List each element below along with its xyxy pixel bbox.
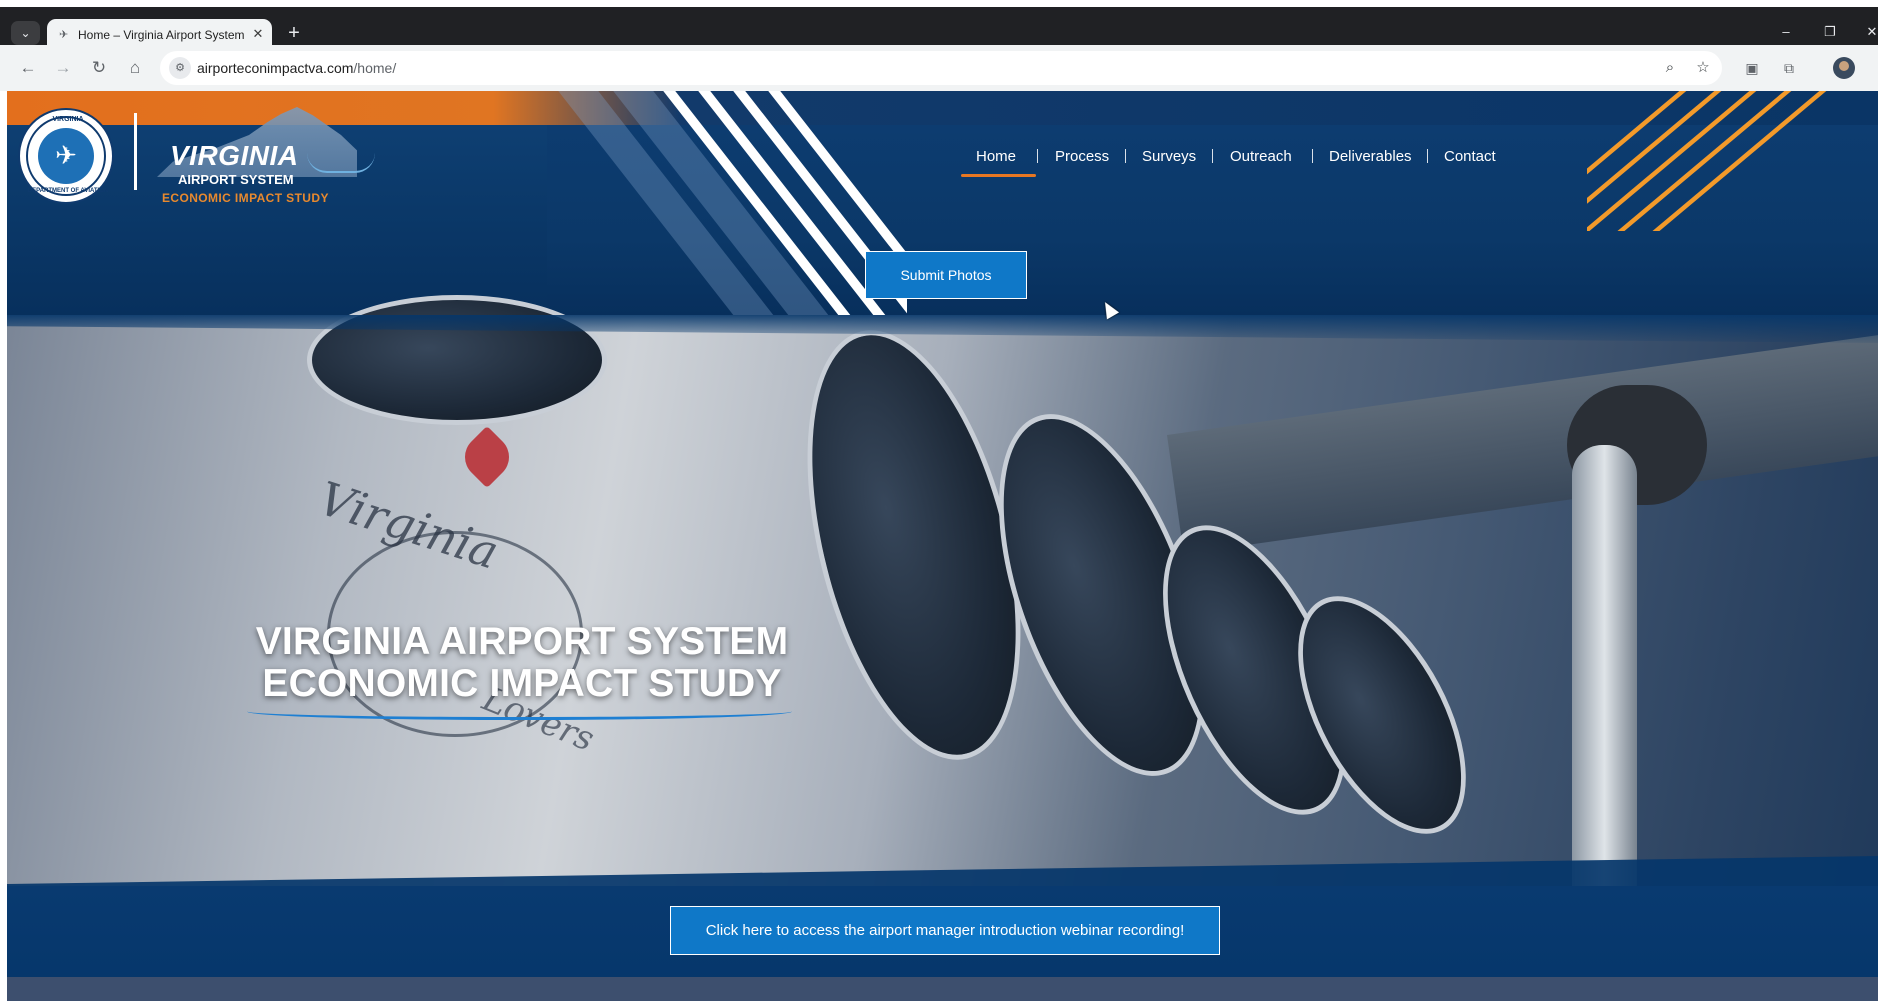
new-tab-button[interactable]: + bbox=[283, 22, 305, 44]
url-domain: airporteconimpactva.com bbox=[197, 60, 354, 76]
avatar-face bbox=[1839, 61, 1849, 71]
nav-label-home: Home bbox=[976, 148, 1017, 165]
reload-icon[interactable]: ↻ bbox=[87, 57, 111, 79]
header-stripes-right bbox=[1587, 91, 1878, 231]
site-info-icon[interactable]: ⚙ bbox=[169, 57, 191, 79]
brand-subtitle: AIRPORT SYSTEM bbox=[178, 172, 294, 187]
address-bar[interactable]: ⚙ airporteconimpactva.com/home/ ⌕ ☆ bbox=[160, 51, 1722, 85]
plane-window bbox=[307, 295, 607, 425]
plane-wing bbox=[1167, 334, 1878, 554]
landing-gear-strut bbox=[1572, 445, 1637, 905]
restore-icon[interactable]: ❐ bbox=[1818, 22, 1842, 42]
forward-arrow-icon[interactable]: → bbox=[51, 57, 75, 79]
header-stripes bbox=[527, 91, 907, 315]
hero-title-line-2: ECONOMIC IMPACT STUDY bbox=[262, 662, 782, 705]
nav-separator bbox=[1212, 149, 1213, 163]
doav-seal-logo[interactable]: VIRGINIA ✈ DEPARTMENT OF AVIATION bbox=[18, 108, 114, 204]
nav-item-surveys[interactable]: Surveys bbox=[1142, 146, 1196, 176]
nav-item-process[interactable]: Process bbox=[1055, 146, 1109, 176]
website: VIRGINIA ✈ DEPARTMENT OF AVIATION VIRGIN… bbox=[7, 91, 1878, 1001]
hero-banner bbox=[7, 295, 1878, 905]
nav-item-deliverables[interactable]: Deliverables bbox=[1329, 146, 1412, 176]
bookmark-star-icon[interactable]: ☆ bbox=[1693, 58, 1713, 78]
tab-search-icon[interactable]: ⌄ bbox=[11, 21, 40, 45]
jet-icon: ✈ bbox=[55, 140, 77, 170]
nav-separator bbox=[1125, 149, 1126, 163]
nav-item-home[interactable]: Home bbox=[961, 146, 1036, 177]
zoom-icon[interactable]: ⌕ bbox=[1660, 58, 1680, 78]
hero-title: VIRGINIA AIRPORT SYSTEM ECONOMIC IMPACT … bbox=[247, 621, 797, 705]
hero-title-underline bbox=[247, 703, 792, 720]
tab-close-icon[interactable]: ✕ bbox=[250, 26, 266, 42]
browser-window: ⌄ ✈ Home – Virginia Airport System ✕ + –… bbox=[0, 0, 1878, 1001]
brand-tagline: ECONOMIC IMPACT STUDY bbox=[162, 191, 329, 205]
tab-title: Home – Virginia Airport System bbox=[78, 28, 245, 42]
extensions-icon[interactable]: ⧉ bbox=[1778, 57, 1800, 79]
profile-avatar[interactable] bbox=[1833, 57, 1855, 79]
tab-strip: ⌄ ✈ Home – Virginia Airport System ✕ + –… bbox=[0, 7, 1878, 52]
minimize-icon[interactable]: – bbox=[1774, 22, 1798, 42]
extension-puzzle-icon-1[interactable]: ▣ bbox=[1741, 57, 1763, 79]
seal-text-bottom: DEPARTMENT OF AVIATION bbox=[27, 188, 109, 194]
home-icon[interactable]: ⌂ bbox=[123, 57, 147, 79]
logo-divider bbox=[134, 113, 137, 190]
airplane-favicon-icon: ✈ bbox=[59, 29, 69, 41]
brand-title[interactable]: VIRGINIA bbox=[170, 140, 298, 172]
browser-toolbar: ← → ↻ ⌂ ⚙ airporteconimpactva.com/home/ … bbox=[0, 45, 1878, 91]
hero-title-line-1: VIRGINIA AIRPORT SYSTEM bbox=[255, 620, 789, 663]
webinar-recording-button[interactable]: Click here to access the airport manager… bbox=[670, 906, 1220, 955]
swoosh-icon bbox=[307, 153, 375, 173]
url-text: airporteconimpactva.com/home/ bbox=[197, 60, 396, 76]
nav-separator bbox=[1312, 149, 1313, 163]
bottom-strip bbox=[7, 977, 1878, 1001]
submit-photos-button[interactable]: Submit Photos bbox=[865, 251, 1027, 299]
url-path: /home/ bbox=[353, 60, 397, 76]
nav-separator bbox=[1427, 149, 1428, 163]
nav-separator bbox=[1037, 149, 1038, 163]
nav-item-contact[interactable]: Contact bbox=[1444, 146, 1496, 176]
nav-item-outreach[interactable]: Outreach bbox=[1230, 146, 1292, 176]
close-window-icon[interactable]: ✕ bbox=[1860, 22, 1878, 42]
hero-top-band bbox=[7, 315, 1878, 343]
back-arrow-icon[interactable]: ← bbox=[16, 57, 40, 79]
active-nav-underline bbox=[961, 174, 1036, 177]
